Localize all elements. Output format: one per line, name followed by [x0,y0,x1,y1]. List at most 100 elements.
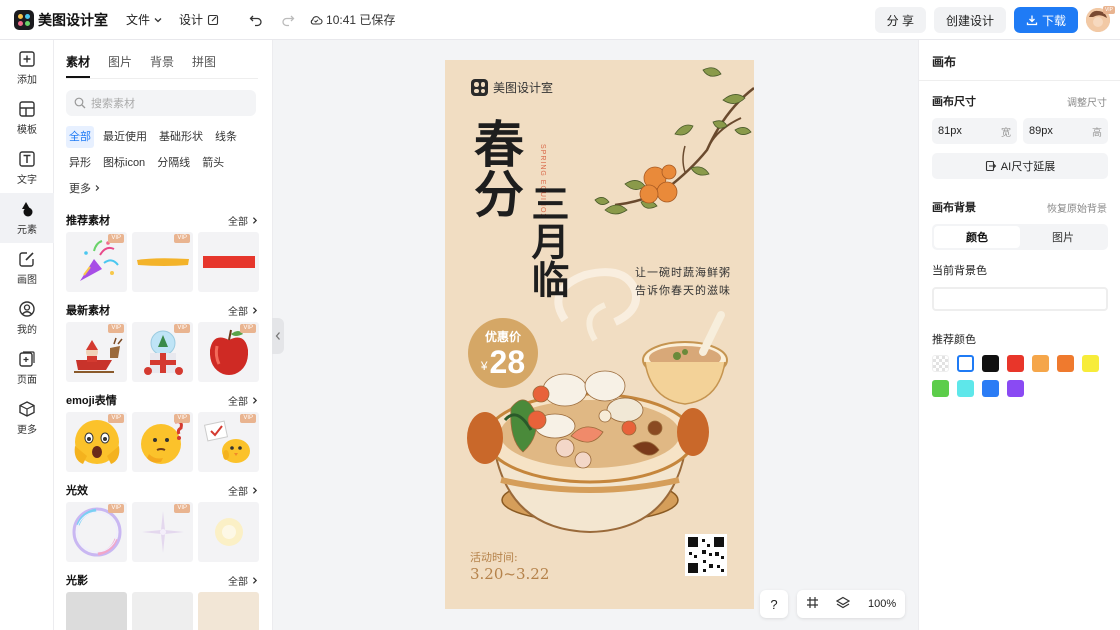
santa-sleigh-thumb[interactable]: VIP [66,322,127,382]
reset-bg-link[interactable]: 恢复原始背景 [1047,200,1107,215]
bg-tab-image[interactable]: 图片 [1020,226,1106,248]
section-all-link[interactable]: 全部 [228,213,259,228]
party-popper-thumb[interactable]: VIP [66,232,127,292]
snow-globe-thumb[interactable]: VIP [132,322,193,382]
chip-arrows[interactable]: 箭头 [199,152,227,174]
chip-all[interactable]: 全部 [66,126,94,148]
thinking-emoji-thumb[interactable]: VIP [132,412,193,472]
poster-poem-line-2[interactable]: 告诉你春天的滋味 [635,282,731,298]
nav-page[interactable]: 页面 [0,343,54,393]
zoom-level[interactable]: 100% [868,598,896,610]
event-dates[interactable]: 3.20~3.22 [470,565,549,583]
color-swatch[interactable] [1007,380,1024,397]
current-bg-color[interactable] [932,287,1108,311]
chevron-right-icon [252,306,258,314]
panel-collapse-handle[interactable] [272,318,284,354]
color-swatch[interactable] [1007,355,1024,372]
ai-resize-icon [985,160,997,172]
download-button[interactable]: 下载 [1013,7,1078,33]
bubble-ring-thumb[interactable]: VIP [66,502,127,562]
color-swatch[interactable] [957,355,974,372]
tab-materials[interactable]: 素材 [66,53,91,78]
nav-mine[interactable]: 我的 [0,293,54,343]
menu-design[interactable]: 设计 [179,11,219,28]
design-canvas[interactable]: 美图设计室 春分 SPRING EQUINOX 三月临 让一碗时蔬海鲜粥 告诉你… [445,60,754,609]
red-apple-thumb[interactable]: VIP [198,322,259,382]
poster-poem-line-1[interactable]: 让一碗时蔬海鲜粥 [635,264,731,280]
color-swatch[interactable] [1082,355,1099,372]
vip-badge: VIP [174,504,190,513]
height-input[interactable]: 89px 高 [1023,118,1108,144]
section-all-link[interactable]: 全部 [228,303,259,318]
save-status-text: 10:41 已保存 [326,13,396,27]
nav-more[interactable]: 更多 [0,393,54,443]
save-status: 10:41 已保存 [309,11,395,28]
thumb-row: VIP VIP [66,232,259,292]
section-all-link[interactable]: 全部 [228,483,259,498]
chevron-left-icon [275,332,280,340]
vip-badge: VIP [240,414,256,423]
chevron-right-icon [252,396,258,404]
chip-icons[interactable]: 图标icon [100,152,148,174]
layers-icon[interactable] [836,596,851,613]
chip-basic-shapes[interactable]: 基础形状 [156,126,206,148]
color-swatch[interactable] [957,380,974,397]
grid-icon[interactable] [806,596,819,612]
light-shadow-thumb[interactable] [198,592,259,630]
scared-emoji-thumb[interactable]: VIP [66,412,127,472]
poster-brand[interactable]: 美图设计室 [471,79,553,96]
tab-images[interactable]: 图片 [108,53,132,78]
nav-template[interactable]: 模板 [0,93,54,143]
swatch-transparent[interactable] [932,355,949,372]
app-logo[interactable]: 美图设计室 [14,9,112,30]
redo-icon[interactable] [281,13,295,27]
width-input[interactable]: 81px 宽 [932,118,1017,144]
light-shadow-thumb[interactable] [132,592,193,630]
section-light-shadow: 光影 全部 [66,568,272,630]
tab-collage[interactable]: 拼图 [192,53,216,78]
menu-file[interactable]: 文件 [126,11,163,28]
color-swatch[interactable] [1057,355,1074,372]
section-light-effects: 光效 全部 VIP VIP [66,478,272,562]
share-button[interactable]: 分 享 [874,7,926,33]
color-swatch[interactable] [932,380,949,397]
section-all-label: 全部 [228,396,248,408]
light-shadow-thumb[interactable] [66,592,127,630]
nav-draw[interactable]: 画图 [0,243,54,293]
chick-emoji-thumb[interactable]: VIP [198,412,259,472]
sparkle-thumb[interactable]: VIP [132,502,193,562]
chip-lines[interactable]: 线条 [212,126,240,148]
nav-add[interactable]: 添加 [0,43,54,93]
chip-recent[interactable]: 最近使用 [100,126,150,148]
ai-expand-button[interactable]: AI尺寸延展 [932,153,1108,179]
poster-headline-right[interactable]: 三月临 [525,184,570,298]
nav-text[interactable]: 文字 [0,143,54,193]
color-swatch[interactable] [982,355,999,372]
color-swatch[interactable] [1032,355,1049,372]
section-emoji: emoji表情 全部 VIP VIP VIP [66,388,272,472]
chip-more[interactable]: 更多 [66,178,104,200]
yellow-brush-thumb[interactable]: VIP [132,232,193,292]
search-input[interactable]: 搜索素材 [66,90,256,116]
soft-glow-thumb[interactable] [198,502,259,562]
section-all-link[interactable]: 全部 [228,393,259,408]
event-label[interactable]: 活动时间: [470,549,518,565]
chip-dividers[interactable]: 分隔线 [154,152,193,174]
bg-tab-color[interactable]: 颜色 [934,226,1020,248]
help-button[interactable]: ? [760,590,788,618]
create-design-button[interactable]: 创建设计 [933,7,1006,33]
poster-headline-left[interactable]: 春分 [465,118,525,218]
top-actions: 分 享 创建设计 下载 VIP [867,0,1120,40]
chevron-right-icon [252,576,258,584]
red-bar-thumb[interactable] [198,232,259,292]
chick-emoji-image [203,420,250,463]
avatar[interactable]: VIP [1086,6,1115,32]
price-badge[interactable]: 优惠价 ¥ 28 [468,318,538,388]
section-all-link[interactable]: 全部 [228,573,259,588]
resize-link[interactable]: 调整尺寸 [1067,94,1107,109]
undo-icon[interactable] [249,13,263,27]
nav-elements[interactable]: 元素 [0,193,54,243]
chip-irregular[interactable]: 异形 [66,152,94,174]
color-swatch[interactable] [982,380,999,397]
tab-backgrounds[interactable]: 背景 [150,53,174,78]
